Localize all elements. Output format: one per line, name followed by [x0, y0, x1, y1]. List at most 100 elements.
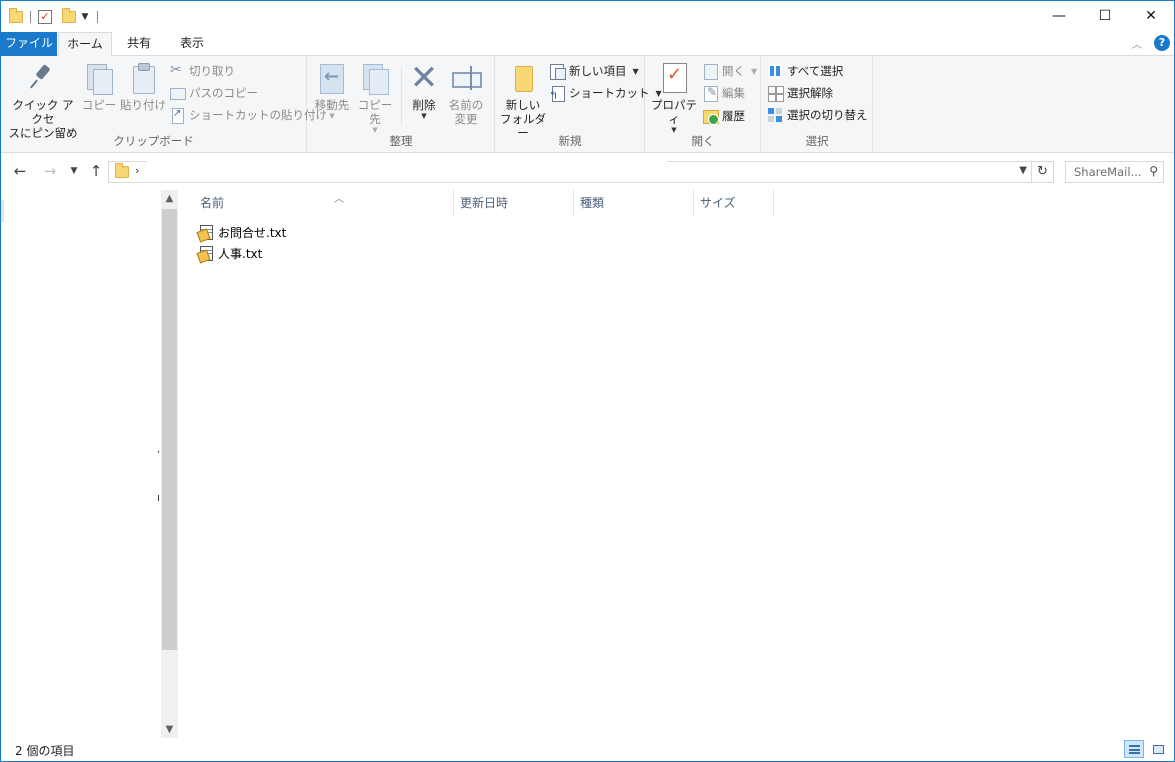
easy-access-button[interactable]: ショートカット ▼ [549, 83, 662, 103]
select-none-icon [767, 85, 783, 101]
rename-label-line1: 名前の [448, 98, 484, 112]
refresh-icon[interactable]: ↻ [1032, 161, 1054, 183]
move-to-button[interactable]: 移動先 ▼ [312, 60, 352, 120]
copy-to-label: コピー先 [357, 98, 393, 126]
open-group-label: 開く [691, 134, 715, 148]
tab-share[interactable]: 共有 [116, 32, 162, 56]
minimize-button[interactable]: — [1036, 1, 1082, 31]
back-arrow-icon[interactable]: ← [11, 162, 29, 180]
breadcrumb-chevron-icon[interactable]: › [135, 164, 139, 177]
organize-group-label: 整理 [389, 134, 413, 148]
ribbon: クイック アクセ スにピン留め コピー 貼り付け 切り取り パスのコピー [1, 56, 1174, 153]
address-folder-icon [115, 163, 129, 178]
file-row[interactable]: 人事.txt [198, 243, 262, 263]
paste-shortcut-label: ショートカットの貼り付け [189, 108, 327, 122]
select-group: すべて選択 選択解除 選択の切り替え 選択 [762, 56, 873, 153]
copy-path-button[interactable]: パスのコピー [169, 83, 258, 103]
collapse-ribbon-icon[interactable]: ︿ [1132, 36, 1142, 51]
paste-shortcut-button[interactable]: ショートカットの貼り付け [169, 105, 327, 125]
folder-icon [9, 8, 23, 23]
title-bar: ✓ ▼ — ☐ ✕ [1, 1, 1174, 32]
copy-button[interactable]: コピー [81, 60, 117, 112]
forward-arrow-icon[interactable]: → [41, 162, 59, 180]
rename-button[interactable]: 名前の 変更 [444, 60, 488, 126]
delete-button[interactable]: ✕ 削除 ▼ [406, 60, 442, 120]
details-view-button[interactable] [1124, 740, 1144, 758]
copy-icon [83, 62, 115, 95]
file-row[interactable]: お問合せ.txt [198, 222, 286, 242]
scroll-down-arrow-icon[interactable]: ▼ [161, 721, 178, 738]
scrollbar-thumb[interactable] [162, 209, 177, 650]
nav-pane-artifact: , [157, 444, 161, 455]
text-file-icon [198, 245, 214, 261]
address-dropdown-icon[interactable]: ▼ [1019, 165, 1027, 176]
clipboard-group: クイック アクセ スにピン留め コピー 貼り付け 切り取り パスのコピー [1, 56, 327, 153]
scroll-up-arrow-icon[interactable]: ▲ [161, 190, 178, 207]
file-list-pane[interactable]: 名前 ︿ 更新日時 種類 サイズ お問合せ.txt 人事.txt [178, 190, 1174, 738]
open-button[interactable]: 開く ▼ [702, 61, 757, 81]
edit-button[interactable]: 編集 [702, 83, 745, 103]
column-type[interactable]: 種類 [574, 190, 694, 216]
sort-ascending-icon: ︿ [334, 194, 344, 205]
large-icons-view-button[interactable] [1148, 740, 1168, 758]
maximize-button[interactable]: ☐ [1082, 1, 1128, 31]
tab-file[interactable]: ファイル [1, 32, 57, 56]
invert-selection-label: 選択の切り替え [787, 108, 868, 122]
paste-button[interactable]: 貼り付け [119, 60, 167, 112]
shortcut-icon [549, 85, 565, 102]
select-group-label: 選択 [805, 134, 829, 148]
paste-icon [127, 62, 159, 94]
move-to-label: 移動先 [314, 98, 350, 112]
pin-quick-access-button[interactable]: クイック アクセ スにピン留め [7, 60, 79, 140]
select-all-icon [767, 63, 783, 79]
open-dropdown-icon: ▼ [751, 66, 758, 76]
open-label: 開く [722, 64, 745, 78]
search-box[interactable]: ShareMail... ⚲ [1065, 161, 1164, 183]
new-item-button[interactable]: 新しい項目 ▼ [549, 61, 639, 81]
new-group-label: 新規 [558, 134, 582, 148]
help-icon[interactable]: ? [1154, 35, 1170, 51]
file-name: お問合せ.txt [218, 225, 287, 240]
invert-selection-button[interactable]: 選択の切り替え [767, 105, 868, 125]
select-none-button[interactable]: 選択解除 [767, 83, 833, 103]
history-icon [702, 108, 719, 125]
navigation-pane[interactable] [1, 190, 161, 738]
new-item-label: 新しい項目 [569, 64, 627, 78]
address-path-area[interactable] [147, 160, 667, 175]
select-all-button[interactable]: すべて選択 [767, 61, 843, 81]
cut-button[interactable]: 切り取り [169, 61, 235, 81]
customize-toolbar-arrow-icon[interactable]: ▼ [80, 12, 90, 22]
status-bar: 2 個の項目 [1, 738, 1174, 761]
ribbon-right-controls: ︿ ? [1132, 35, 1170, 51]
column-date-modified[interactable]: 更新日時 [454, 190, 574, 216]
properties-check-icon[interactable]: ✓ [38, 10, 52, 24]
properties-icon [658, 62, 690, 94]
search-placeholder: ShareMail... [1074, 165, 1142, 179]
new-folder-button[interactable]: 新しい フォルダー [498, 60, 548, 140]
item-count: 2 個の項目 [15, 744, 75, 758]
organize-group: 移動先 ▼ コピー先 ▼ ✕ 削除 ▼ 名前の 変更 整理 [308, 56, 495, 153]
column-headers: 名前 ︿ 更新日時 種類 サイズ [178, 190, 1174, 216]
new-folder-icon[interactable] [62, 8, 76, 23]
copy-to-icon [359, 62, 391, 95]
text-file-icon [198, 224, 214, 240]
navigation-scrollbar[interactable]: ▲ ▼ [161, 190, 178, 738]
file-name: 人事.txt [218, 246, 263, 261]
pin-icon [27, 62, 59, 94]
column-name[interactable]: 名前 ︿ [194, 190, 454, 216]
properties-button[interactable]: プロパティ ▼ [648, 60, 700, 134]
search-icon: ⚲ [1149, 164, 1158, 178]
copy-to-button[interactable]: コピー先 ▼ [354, 60, 396, 134]
tab-home[interactable]: ホーム [58, 32, 112, 57]
up-arrow-icon[interactable]: ↑ [87, 162, 105, 180]
window-controls: — ☐ ✕ [1036, 1, 1174, 31]
column-size[interactable]: サイズ [694, 190, 774, 216]
tab-view[interactable]: 表示 [169, 32, 215, 56]
recent-locations-chevron-icon[interactable]: ▼ [65, 162, 83, 180]
easy-access-label: ショートカット [569, 86, 650, 100]
move-to-icon [316, 62, 348, 94]
edit-icon [702, 85, 718, 102]
history-button[interactable]: 履歴 [702, 106, 745, 126]
nav-pane-artifact: ı [157, 491, 161, 504]
close-button[interactable]: ✕ [1128, 1, 1174, 31]
